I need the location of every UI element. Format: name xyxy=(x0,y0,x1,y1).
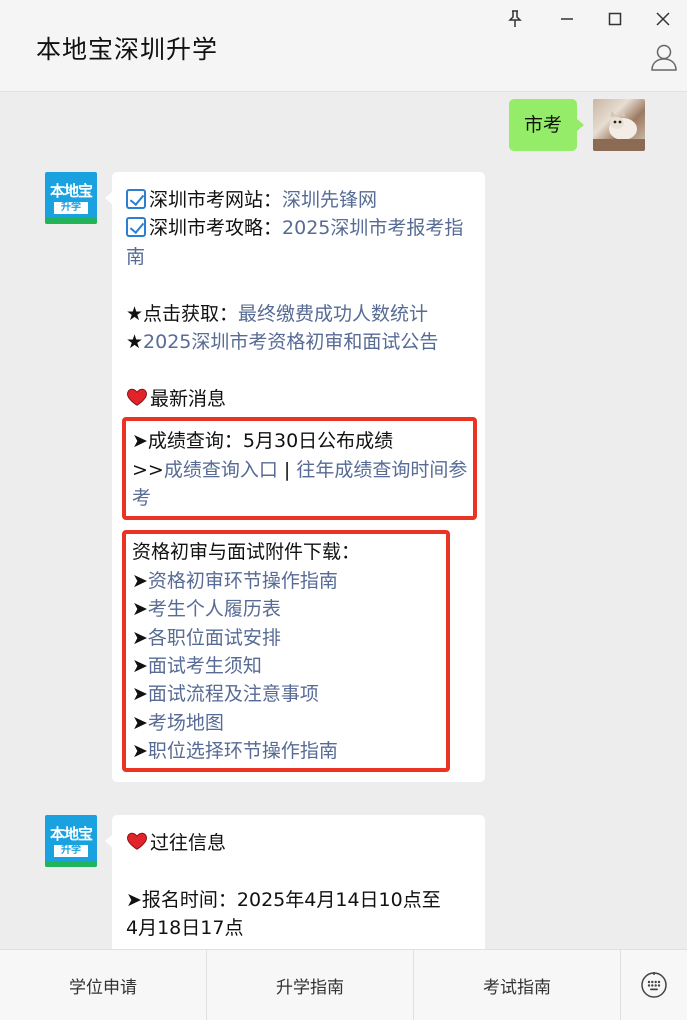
heart-icon xyxy=(127,388,147,406)
chat-title: 本地宝深圳升学 xyxy=(36,35,219,64)
download-link-resume[interactable]: 考生个人履历表 xyxy=(148,598,281,620)
menu-exam-guide[interactable]: 考试指南 xyxy=(414,950,621,1020)
download-item: ➤考场地图 xyxy=(132,709,442,737)
score-query-line: ➤成绩查询：5月30日公布成绩 xyxy=(132,430,394,453)
score-links-line: >>成绩查询入口 | 往年成绩查询时间参考 xyxy=(132,456,469,513)
website-line: 深圳市考网站：深圳先锋网 xyxy=(126,186,471,214)
arrow-icon: ➤ xyxy=(132,655,148,678)
past-info-line: 过往信息 xyxy=(126,829,471,857)
heart-icon xyxy=(127,832,147,850)
arrow-icon: ➤ xyxy=(132,683,148,706)
cat-photo-icon xyxy=(593,111,645,151)
keyboard-icon xyxy=(641,972,667,998)
logo-subtext: 升学 xyxy=(54,844,88,857)
logo-text: 本地宝 xyxy=(49,824,93,843)
website-link[interactable]: 深圳先锋网 xyxy=(282,189,377,211)
download-highlight-box: 资格初审与面试附件下载： ➤资格初审环节操作指南 ➤考生个人履历表 ➤各职位面试… xyxy=(122,530,450,772)
arrow-icon: ➤ xyxy=(132,569,148,592)
minimize-button[interactable] xyxy=(553,6,581,32)
download-item: ➤面试考生须知 xyxy=(132,652,442,680)
arrow-icon: ➤ xyxy=(132,626,148,649)
checkbox-icon xyxy=(126,189,146,209)
person-icon xyxy=(651,44,677,71)
download-title: 资格初审与面试附件下载： xyxy=(132,541,361,564)
score-prefix: >> xyxy=(132,458,164,481)
arrow-icon: ➤ xyxy=(132,711,148,734)
close-icon xyxy=(656,12,670,26)
download-item: ➤考生个人履历表 xyxy=(132,595,442,623)
website-label: 深圳市考网站： xyxy=(149,189,283,211)
checkbox-icon xyxy=(126,217,146,238)
stats-line: ★点击获取：最终缴费成功人数统计 xyxy=(126,300,471,328)
download-link-review-guide[interactable]: 资格初审环节操作指南 xyxy=(148,570,338,592)
menu-degree-application[interactable]: 学位申请 xyxy=(0,950,207,1020)
profile-button[interactable] xyxy=(649,42,679,72)
download-item: ➤各职位面试安排 xyxy=(132,624,442,652)
stats-link[interactable]: 最终缴费成功人数统计 xyxy=(238,303,428,325)
pin-icon xyxy=(508,10,522,27)
notice-link[interactable]: 2025深圳市考资格初审和面试公告 xyxy=(143,331,438,353)
guide-line: 深圳市考攻略：2025深圳市考报考指南 xyxy=(126,214,471,271)
arrow-icon: ➤ xyxy=(132,598,148,621)
latest-news-line: 最新消息 xyxy=(126,385,471,413)
close-button[interactable] xyxy=(649,6,677,32)
reply-bubble-1: 深圳市考网站：深圳先锋网 深圳市考攻略：2025深圳市考报考指南 ★点击获取：最… xyxy=(105,172,485,782)
logo-bar xyxy=(45,861,97,867)
guide-label: 深圳市考攻略： xyxy=(149,217,283,240)
account-avatar[interactable]: 本地宝 升学 xyxy=(45,172,97,224)
download-link-venue-map[interactable]: 考场地图 xyxy=(148,712,224,734)
download-item: ➤资格初审环节操作指南 xyxy=(132,567,442,595)
separator: | xyxy=(277,458,297,481)
reply-bubble-2: 过往信息 ➤报名时间：2025年4月14日10点至 4月18日17点 xyxy=(105,815,485,949)
logo-subtext: 升学 xyxy=(54,201,88,214)
title-bar: 本地宝深圳升学 xyxy=(0,0,687,92)
minimize-icon xyxy=(561,18,573,20)
past-info-label: 过往信息 xyxy=(150,832,227,854)
user-message-bubble[interactable]: 市考 xyxy=(508,99,585,151)
pin-button[interactable] xyxy=(501,6,529,32)
logo-bar xyxy=(45,218,97,224)
download-item: ➤面试流程及注意事项 xyxy=(132,680,442,708)
download-link-position-guide[interactable]: 职位选择环节操作指南 xyxy=(148,740,338,762)
download-link-interview-schedule[interactable]: 各职位面试安排 xyxy=(148,627,281,649)
score-query-link[interactable]: 成绩查询入口 xyxy=(164,459,278,481)
download-link-interview-process[interactable]: 面试流程及注意事项 xyxy=(148,683,319,705)
arrow-icon: ➤ xyxy=(132,740,148,763)
account-avatar[interactable]: 本地宝 升学 xyxy=(45,815,97,867)
stats-label: ★点击获取： xyxy=(126,302,239,325)
user-message-text: 市考 xyxy=(523,114,562,136)
notice-line: ★2025深圳市考资格初审和面试公告 xyxy=(126,328,471,356)
reg-time-line: ➤报名时间：2025年4月14日10点至 xyxy=(126,888,441,911)
keyboard-toggle-button[interactable] xyxy=(621,950,687,1020)
latest-news-label: 最新消息 xyxy=(150,387,227,410)
download-link-interview-notice[interactable]: 面试考生须知 xyxy=(148,655,262,677)
download-item: ➤职位选择环节操作指南 xyxy=(132,737,442,765)
score-highlight-box: ➤成绩查询：5月30日公布成绩 >>成绩查询入口 | 往年成绩查询时间参考 xyxy=(122,417,477,521)
menu-admission-guide[interactable]: 升学指南 xyxy=(207,950,414,1020)
maximize-button[interactable] xyxy=(601,6,629,32)
reg-time-line-cont: 4月18日17点 xyxy=(126,917,244,940)
maximize-icon xyxy=(608,12,622,26)
star-icon: ★ xyxy=(126,331,144,354)
logo-text: 本地宝 xyxy=(49,181,93,200)
bottom-menu: 学位申请 升学指南 考试指南 xyxy=(0,949,687,1020)
user-avatar[interactable] xyxy=(593,99,645,151)
chat-area[interactable]: 市考 本地宝 升学 深圳市考网站：深圳先锋网 深圳市考攻略：2025深圳市考报考… xyxy=(0,93,687,949)
